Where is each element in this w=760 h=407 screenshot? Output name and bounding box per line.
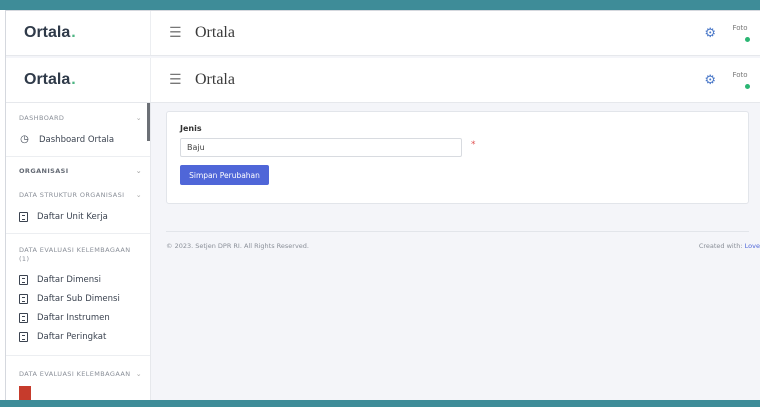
- user-avatar-2[interactable]: Foto: [731, 71, 750, 89]
- chevron-down-icon: ⌄: [135, 114, 142, 122]
- sidebar-item-daftar-peringkat[interactable]: Daftar Peringkat: [19, 332, 106, 342]
- section-dashboard[interactable]: DASHBOARD ⌄: [19, 114, 142, 122]
- simpan-perubahan-button[interactable]: Simpan Perubahan: [180, 165, 269, 185]
- menu-toggle-icon[interactable]: ☰: [169, 26, 182, 40]
- header-title: Ortala: [195, 24, 235, 41]
- online-status-dot-2: [745, 84, 750, 89]
- user-avatar[interactable]: Foto: [731, 24, 750, 42]
- section-data-evaluasi-kelembagaan-1[interactable]: DATA EVALUASI KELEMBAGAAN (1): [19, 246, 142, 264]
- required-asterisk: *: [471, 140, 476, 150]
- document-icon: [19, 294, 28, 304]
- document-icon: [19, 332, 28, 342]
- sidebar-item-daftar-unit-kerja[interactable]: Daftar Unit Kerja: [19, 212, 108, 222]
- chevron-down-icon: ⌄: [135, 370, 142, 378]
- footer-copyright: © 2023. Setjen DPR RI. All Rights Reserv…: [166, 242, 309, 250]
- document-icon: [19, 212, 28, 222]
- section-organisasi[interactable]: ORGANISASI ⌄: [19, 167, 142, 175]
- pie-chart-icon: ◷: [20, 134, 29, 145]
- chevron-down-icon: ⌄: [135, 191, 142, 199]
- header-title-2: Ortala: [195, 71, 235, 88]
- divider: [6, 355, 150, 356]
- top-navbar: Ortala. ☰ Ortala ⚙ Foto: [6, 11, 760, 56]
- divider: [6, 233, 150, 234]
- background-band-bottom: [0, 400, 760, 407]
- top-navbar-duplicate: Ortala. ☰ Ortala ⚙ Foto: [6, 58, 760, 103]
- jenis-label: Jenis: [180, 124, 202, 133]
- love-link[interactable]: Love: [745, 242, 760, 250]
- menu-toggle-icon-2[interactable]: ☰: [169, 73, 182, 87]
- chevron-down-icon: ⌄: [135, 167, 142, 175]
- settings-gear-icon-2[interactable]: ⚙: [704, 73, 716, 88]
- divider: [6, 156, 150, 157]
- online-status-dot: [745, 37, 750, 42]
- app-window: Ortala. ☰ Ortala ⚙ Foto Ortala. ☰ Ortala…: [5, 10, 760, 400]
- section-data-evaluasi-kelembagaan-2[interactable]: DATA EVALUASI KELEMBAGAAN ⌄: [19, 370, 142, 378]
- section-data-struktur-organisasi[interactable]: DATA STRUKTUR ORGANISASI ⌄: [19, 191, 142, 199]
- document-icon: [19, 275, 28, 285]
- sidebar-item-dashboard-ortala[interactable]: ◷ Dashboard Ortala: [19, 134, 114, 145]
- background-band-top: [0, 0, 760, 10]
- sidebar-item-daftar-sub-dimensi[interactable]: Daftar Sub Dimensi: [19, 294, 120, 304]
- institution-logo-icon: [19, 386, 31, 400]
- footer-credit: Created with: Love: [698, 242, 760, 250]
- jenis-input[interactable]: Baju: [180, 138, 462, 157]
- sidebar-scrollbar[interactable]: [147, 103, 150, 141]
- footer-divider: [166, 231, 749, 232]
- sidebar: DASHBOARD ⌄ ◷ Dashboard Ortala ORGANISASI ⌄…: [6, 103, 151, 400]
- document-icon: [19, 313, 28, 323]
- sidebar-item-daftar-dimensi[interactable]: Daftar Dimensi: [19, 275, 101, 285]
- settings-gear-icon[interactable]: ⚙: [704, 26, 716, 41]
- form-card: Jenis Baju * Simpan Perubahan: [166, 111, 749, 204]
- sidebar-item-daftar-instrumen[interactable]: Daftar Instrumen: [19, 313, 110, 323]
- brand-logo[interactable]: Ortala.: [6, 11, 151, 55]
- brand-logo-2[interactable]: Ortala.: [6, 58, 151, 102]
